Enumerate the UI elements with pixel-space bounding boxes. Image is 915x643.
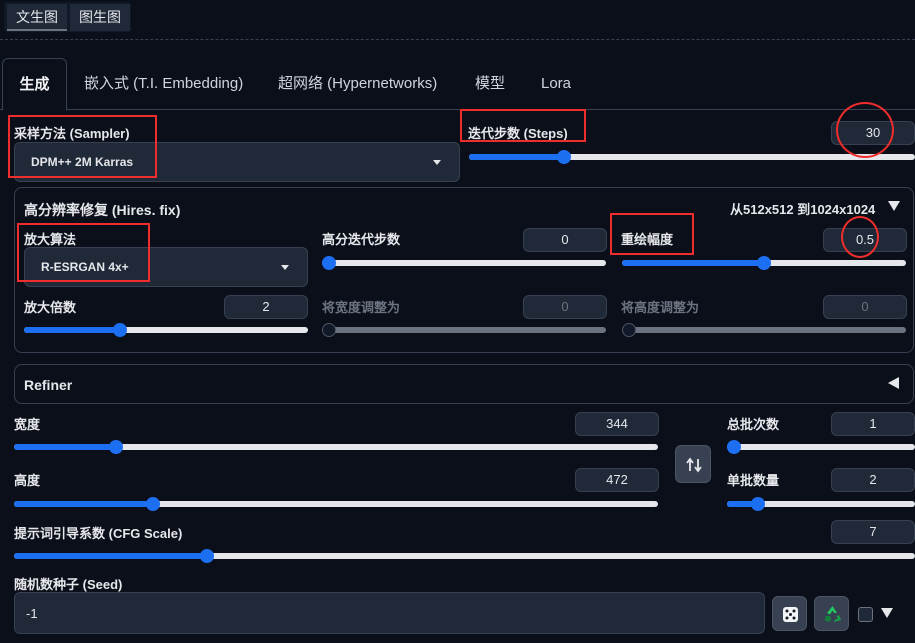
denoise-label: 重绘幅度 [621,232,674,247]
tab-txt2img[interactable]: 文生图 [7,4,67,31]
slider-thumb[interactable] [622,323,636,337]
slider-thumb[interactable] [751,497,766,511]
batch-size-slider[interactable] [727,497,915,511]
sampler-value: DPM++ 2M Karras [31,155,134,169]
height-slider[interactable] [14,497,658,511]
tab-img2img[interactable]: 图生图 [70,4,130,31]
swap-dimensions-button[interactable] [675,445,711,483]
resize-height-input[interactable]: 0 [823,295,907,319]
height-label: 高度 [14,473,41,488]
upscale-by-input[interactable]: 2 [224,295,308,319]
steps-slider[interactable] [469,150,915,164]
refiner-panel[interactable] [14,364,914,404]
resize-height-slider[interactable] [622,323,906,337]
upscaler-dropdown[interactable]: R-ESRGAN 4x+ [24,247,308,287]
cfg-slider[interactable] [14,549,915,563]
tab-embedding[interactable]: 嵌入式 (T.I. Embedding) [84,58,243,110]
sampler-dropdown[interactable]: DPM++ 2M Karras [14,142,460,182]
caret-down-icon [433,160,441,165]
upscale-by-label: 放大倍数 [24,300,77,315]
reuse-seed-button[interactable] [814,596,849,631]
denoise-input[interactable]: 0.5 [823,228,907,252]
slider-thumb[interactable] [727,440,741,454]
slider-thumb[interactable] [556,150,571,164]
denoise-slider[interactable] [622,256,906,270]
batch-count-label: 总批次数 [727,417,780,432]
width-input[interactable]: 344 [575,412,659,436]
upscaler-label: 放大算法 [24,232,77,247]
dice-icon [783,607,798,622]
steps-input[interactable]: 30 [831,121,915,145]
resize-width-label: 将宽度调整为 [322,300,401,315]
slider-thumb[interactable] [113,323,128,337]
width-label: 宽度 [14,417,41,432]
height-input[interactable]: 472 [575,468,659,492]
slider-thumb[interactable] [200,549,215,563]
tab-lora[interactable]: Lora [541,58,571,110]
slider-thumb[interactable] [757,256,771,270]
cfg-input[interactable]: 7 [831,520,915,544]
batch-size-label: 单批数量 [727,473,780,488]
extra-seed-checkbox[interactable] [858,607,873,622]
random-seed-button[interactable] [772,596,807,631]
seed-value: -1 [26,606,38,621]
batch-size-input[interactable]: 2 [831,468,915,492]
refiner-title[interactable]: Refiner [24,377,72,393]
slider-thumb[interactable] [108,440,123,454]
triangle-down-icon[interactable] [888,201,900,212]
slider-thumb[interactable] [322,256,336,270]
slider-thumb[interactable] [146,497,161,511]
upscale-by-slider[interactable] [24,323,308,337]
hires-steps-slider[interactable] [322,256,606,270]
caret-down-icon [281,265,289,270]
seed-input[interactable]: -1 [14,592,765,634]
hires-steps-input[interactable]: 0 [523,228,607,252]
tab-models[interactable]: 模型 [475,58,505,110]
triangle-down-icon[interactable] [881,608,893,619]
seed-label: 随机数种子 (Seed) [14,577,123,592]
resize-width-input[interactable]: 0 [523,295,607,319]
width-slider[interactable] [14,440,658,454]
recycle-icon [824,606,841,622]
main-tabbar: 生成 嵌入式 (T.I. Embedding) 超网络 (Hypernetwor… [0,58,915,111]
tab-generate[interactable]: 生成 [2,58,67,111]
hires-resolution: 从512x512 到1024x1024 [730,202,876,217]
triangle-left-icon[interactable] [887,377,899,389]
swap-icon [686,457,702,473]
cfg-label: 提示词引导系数 (CFG Scale) [14,526,183,541]
batch-count-input[interactable]: 1 [831,412,915,436]
steps-label: 迭代步数 (Steps) [468,126,568,141]
hires-fix-title[interactable]: 高分辨率修复 (Hires. fix) [24,200,180,220]
slider-thumb[interactable] [322,323,336,337]
batch-count-slider[interactable] [727,440,915,454]
mode-tabs: 文生图 图生图 [0,0,915,40]
resize-height-label: 将高度调整为 [621,300,700,315]
upscaler-value: R-ESRGAN 4x+ [41,260,129,274]
tab-hypernetworks[interactable]: 超网络 (Hypernetworks) [278,58,437,110]
sampler-label: 采样方法 (Sampler) [14,126,130,141]
resize-width-slider[interactable] [322,323,606,337]
hires-steps-label: 高分迭代步数 [322,232,401,247]
